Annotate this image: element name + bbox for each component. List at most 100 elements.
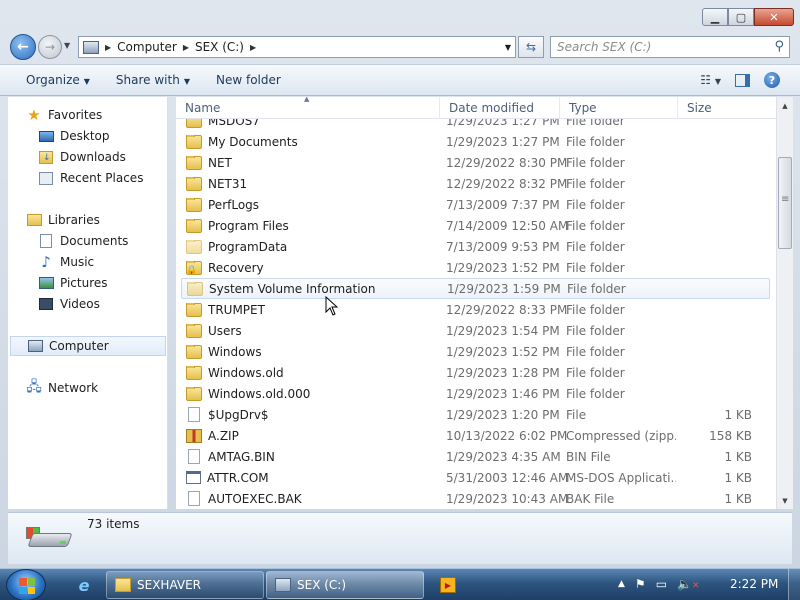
action-center-flag-icon[interactable]: ⚑ [635, 577, 646, 591]
nav-videos[interactable]: Videos [38, 294, 100, 314]
volume-muted-icon[interactable]: 🔈✕ [677, 577, 700, 591]
folder-icon [186, 323, 202, 338]
address-dropdown-icon[interactable]: ▼ [505, 43, 511, 52]
address-bar[interactable]: ▶ Computer ▶ SEX (C:) ▶ ▼ [78, 36, 516, 58]
nav-desktop-label: Desktop [60, 129, 110, 143]
file-name-cell[interactable]: PerfLogs [186, 197, 446, 212]
file-name-cell[interactable]: $UpgDrv$ [186, 407, 446, 422]
column-name[interactable]: ▲ Name [176, 97, 440, 119]
close-button[interactable]: ✕ [754, 8, 794, 26]
organize-button[interactable]: Organize ▼ [26, 73, 90, 87]
nav-pictures[interactable]: Pictures [38, 273, 108, 293]
nav-recent-places[interactable]: Recent Places [38, 168, 143, 188]
file-row[interactable]: My Documents 1/29/2023 1:27 PM File folder [176, 131, 776, 152]
media-player-icon[interactable]: ▶ [440, 577, 456, 593]
nav-music[interactable]: ♪ Music [38, 252, 94, 272]
file-name-cell[interactable]: System Volume Information [187, 281, 447, 296]
breadcrumb-drive[interactable]: SEX (C:) [195, 40, 244, 54]
file-row[interactable]: 🔒 Recovery 1/29/2023 1:52 PM File folder [176, 257, 776, 278]
recent-pages-dropdown[interactable]: ▼ [64, 41, 70, 50]
file-name-label: $UpgDrv$ [208, 407, 269, 422]
file-row[interactable]: PerfLogs 7/13/2009 7:37 PM File folder [176, 194, 776, 215]
file-name-cell[interactable]: ATTR.COM [186, 471, 446, 485]
search-input[interactable]: Search SEX (C:) ⚲ [550, 36, 790, 58]
file-row[interactable]: NET31 12/29/2022 8:32 PM File folder [176, 173, 776, 194]
file-row[interactable]: System Volume Information 1/29/2023 1:59 … [181, 278, 770, 299]
file-row[interactable]: Windows 1/29/2023 1:52 PM File folder [176, 341, 776, 362]
share-with-button[interactable]: Share with ▼ [116, 73, 190, 87]
nav-network[interactable]: 🖧 Network [26, 378, 98, 398]
file-row[interactable]: $UpgDrv$ 1/29/2023 1:20 PM File 1 KB [176, 404, 776, 425]
nav-desktop[interactable]: Desktop [38, 126, 110, 146]
breadcrumb-computer[interactable]: Computer [117, 40, 177, 54]
file-name-label: Windows.old.000 [208, 386, 311, 401]
scroll-up-icon[interactable]: ▲ [777, 97, 793, 114]
file-name-cell[interactable]: Windows [186, 344, 446, 359]
file-name-cell[interactable]: Windows.old [186, 365, 446, 380]
file-row[interactable]: A.ZIP 10/13/2022 6:02 PM Compressed (zipp.… [176, 425, 776, 446]
file-name-cell[interactable]: My Documents [186, 134, 446, 149]
clock[interactable]: 2:22 PM [730, 577, 778, 591]
new-folder-button[interactable]: New folder [216, 73, 281, 87]
column-date-modified[interactable]: Date modified [440, 97, 560, 119]
file-name-cell[interactable]: NET [186, 155, 446, 170]
nav-documents-label: Documents [60, 234, 129, 248]
file-type-cell: MS-DOS Applicati... [566, 470, 676, 485]
taskbar-item-sexhaver[interactable]: SEXHAVER [106, 571, 264, 599]
drive-icon [26, 527, 73, 553]
file-name-cell[interactable]: A.ZIP [186, 428, 446, 443]
minimize-button[interactable]: ▁ [702, 8, 728, 26]
file-row[interactable]: NET 12/29/2022 8:30 PM File folder [176, 152, 776, 173]
back-button[interactable]: ← [10, 34, 36, 60]
file-name-label: ProgramData [208, 239, 288, 254]
file-name-cell[interactable]: NET31 [186, 176, 446, 191]
show-hidden-icons-icon[interactable]: ▲ [618, 579, 625, 589]
start-button[interactable] [6, 569, 46, 600]
file-row[interactable]: ATTR.COM 5/31/2003 12:46 AM MS-DOS Applica… [176, 467, 776, 488]
refresh-button[interactable]: ⇆ [518, 36, 544, 58]
file-row[interactable]: ProgramData 7/13/2009 9:53 PM File folder [176, 236, 776, 257]
internet-explorer-icon[interactable]: e [66, 573, 102, 597]
file-name-cell[interactable]: ProgramData [186, 239, 446, 254]
breadcrumb-separator-icon[interactable]: ▶ [183, 43, 189, 52]
nav-downloads[interactable]: ↓ Downloads [38, 147, 126, 167]
search-icon[interactable]: ⚲ [774, 39, 784, 54]
file-date-cell: 7/13/2009 7:37 PM [446, 197, 560, 212]
nav-computer[interactable]: Computer [10, 336, 166, 356]
file-row[interactable]: AUTOEXEC.BAK 1/29/2023 10:43 AM BAK File 1 … [176, 488, 776, 509]
vertical-scrollbar[interactable]: ▲ ▼ [776, 97, 793, 509]
breadcrumb-separator-icon[interactable]: ▶ [105, 43, 111, 52]
display-icon[interactable]: ▭ [656, 577, 667, 591]
file-name-cell[interactable]: AMTAG.BIN [186, 449, 446, 464]
file-date-cell: 12/29/2022 8:30 PM [446, 155, 568, 170]
nav-documents[interactable]: Documents [38, 231, 128, 251]
column-type[interactable]: Type [560, 97, 678, 119]
title-bar[interactable]: ▁ ▢ ✕ [0, 0, 800, 30]
file-row[interactable]: Users 1/29/2023 1:54 PM File folder [176, 320, 776, 341]
column-size[interactable]: Size [678, 97, 758, 119]
file-name-cell[interactable]: 🔒 Recovery [186, 260, 446, 275]
file-name-cell[interactable]: Users [186, 323, 446, 338]
file-name-cell[interactable]: TRUMPET [186, 302, 446, 317]
file-row[interactable]: TRUMPET 12/29/2022 8:33 PM File folder [176, 299, 776, 320]
taskbar: e SEXHAVER SEX (C:) ▶ ▲ ⚑ ▭ 🔈✕ 2:22 PM [0, 568, 800, 600]
nav-libraries[interactable]: Libraries [26, 210, 100, 230]
file-name-cell[interactable]: Program Files [186, 218, 446, 233]
file-name-cell[interactable]: Windows.old.000 [186, 386, 446, 401]
scrollbar-thumb[interactable] [778, 157, 792, 249]
file-row[interactable]: AMTAG.BIN 1/29/2023 4:35 AM BIN File 1 KB [176, 446, 776, 467]
file-row[interactable]: Windows.old 1/29/2023 1:28 PM File folder [176, 362, 776, 383]
forward-button[interactable]: → [38, 35, 62, 59]
scroll-down-icon[interactable]: ▼ [777, 492, 793, 509]
help-icon[interactable]: ? [764, 72, 780, 88]
file-row[interactable]: Windows.old.000 1/29/2023 1:46 PM File fol… [176, 383, 776, 404]
preview-pane-icon[interactable] [735, 73, 750, 87]
breadcrumb-separator-icon[interactable]: ▶ [250, 43, 256, 52]
show-desktop-button[interactable] [788, 569, 800, 600]
taskbar-item-explorer[interactable]: SEX (C:) [266, 571, 424, 599]
view-options-icon[interactable]: ☷ ▼ [700, 73, 721, 87]
file-row[interactable]: Program Files 7/14/2009 12:50 AM File fold… [176, 215, 776, 236]
file-name-cell[interactable]: AUTOEXEC.BAK [186, 491, 446, 506]
nav-favorites[interactable]: ★ Favorites [26, 105, 102, 125]
maximize-button[interactable]: ▢ [728, 8, 754, 26]
